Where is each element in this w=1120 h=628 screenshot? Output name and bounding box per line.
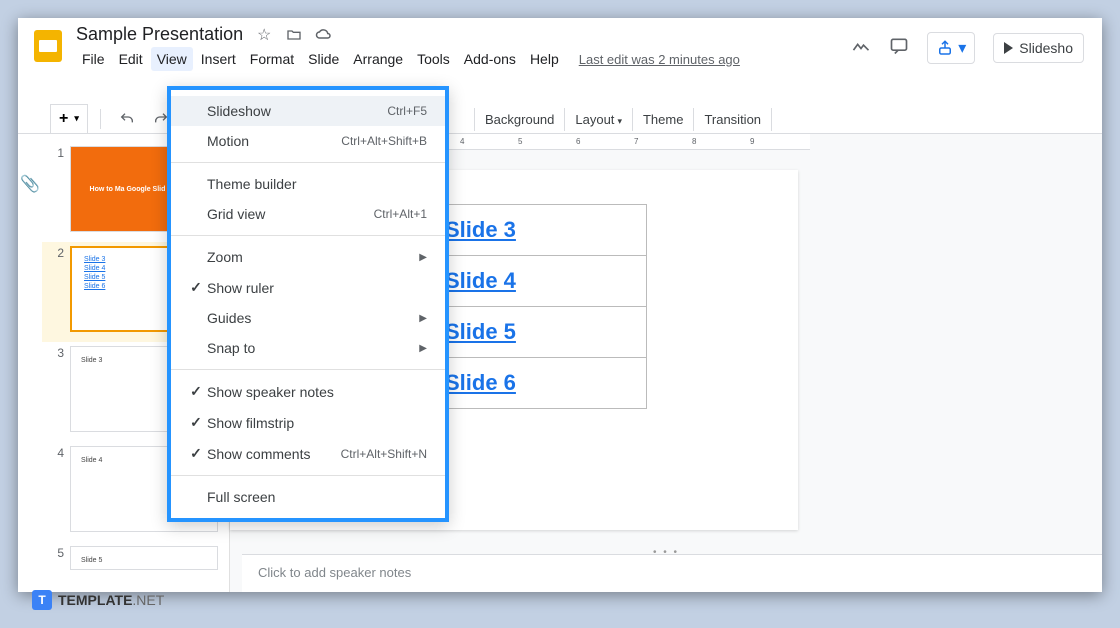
menu-item-grid-view[interactable]: Grid view Ctrl+Alt+1 (171, 199, 445, 229)
title-block: Sample Presentation ☆ File Edit View Ins… (76, 24, 841, 71)
watermark: T TEMPLATE.NET (32, 590, 164, 610)
menu-arrange[interactable]: Arrange (347, 47, 409, 71)
menubar: File Edit View Insert Format Slide Arran… (76, 47, 841, 71)
move-folder-icon[interactable] (285, 26, 303, 44)
header-right: ▾ Slidesho (851, 32, 1088, 64)
link-slide-4[interactable]: Slide 4 (445, 268, 516, 293)
menu-item-show-speaker-notes[interactable]: ✓ Show speaker notes (171, 376, 445, 407)
link-slide-3[interactable]: Slide 3 (445, 217, 516, 242)
toolbar-right-group: Background Layout▾ Theme Transition (474, 108, 772, 131)
slide-table[interactable]: Slide 3 Slide 4 Slide 5 Slide 6 (416, 204, 647, 409)
watermark-icon: T (32, 590, 52, 610)
share-button[interactable]: ▾ (927, 32, 975, 64)
menu-item-motion[interactable]: Motion Ctrl+Alt+Shift+B (171, 126, 445, 156)
link-slide-5[interactable]: Slide 5 (445, 319, 516, 344)
document-title[interactable]: Sample Presentation (76, 24, 243, 45)
menu-file[interactable]: File (76, 47, 111, 71)
menu-item-theme-builder[interactable]: Theme builder (171, 169, 445, 199)
menu-item-snap-to[interactable]: Snap to ▶ (171, 333, 445, 363)
speaker-notes[interactable]: Click to add speaker notes (242, 554, 1102, 592)
layout-button[interactable]: Layout▾ (565, 108, 633, 131)
play-icon (1004, 42, 1013, 54)
menu-addons[interactable]: Add-ons (458, 47, 522, 71)
view-dropdown-menu: Slideshow Ctrl+F5 Motion Ctrl+Alt+Shift+… (167, 86, 449, 522)
slides-logo[interactable] (30, 28, 66, 64)
slideshow-button[interactable]: Slidesho (993, 33, 1084, 63)
attachment-icon[interactable]: 📎 (20, 174, 40, 194)
menu-item-show-filmstrip[interactable]: ✓ Show filmstrip (171, 407, 445, 438)
transition-button[interactable]: Transition (694, 108, 772, 131)
menu-slide[interactable]: Slide (302, 47, 345, 71)
menu-edit[interactable]: Edit (113, 47, 149, 71)
star-icon[interactable]: ☆ (255, 26, 273, 44)
menu-item-show-ruler[interactable]: ✓ Show ruler (171, 272, 445, 303)
theme-button[interactable]: Theme (633, 108, 694, 131)
undo-button[interactable] (113, 107, 141, 131)
header: Sample Presentation ☆ File Edit View Ins… (18, 18, 1102, 71)
cloud-status-icon[interactable] (315, 26, 333, 44)
menu-format[interactable]: Format (244, 47, 300, 71)
thumb-5-preview: Slide 5 (70, 546, 218, 570)
left-rail: 📎 (18, 134, 42, 592)
comments-icon[interactable] (889, 36, 909, 61)
menu-item-guides[interactable]: Guides ▶ (171, 303, 445, 333)
new-slide-button[interactable]: +▾ (50, 104, 88, 134)
menu-item-zoom[interactable]: Zoom ▶ (171, 242, 445, 272)
background-button[interactable]: Background (474, 108, 565, 131)
link-slide-6[interactable]: Slide 6 (445, 370, 516, 395)
last-edit-link[interactable]: Last edit was 2 minutes ago (573, 48, 746, 71)
menu-help[interactable]: Help (524, 47, 565, 71)
activity-icon[interactable] (851, 36, 871, 61)
menu-item-show-comments[interactable]: ✓ Show comments Ctrl+Alt+Shift+N (171, 438, 445, 469)
menu-item-slideshow[interactable]: Slideshow Ctrl+F5 (171, 96, 445, 126)
app-window: Sample Presentation ☆ File Edit View Ins… (18, 18, 1102, 592)
thumbnail-5[interactable]: 5 Slide 5 (42, 542, 229, 580)
menu-view[interactable]: View (151, 47, 193, 71)
menu-insert[interactable]: Insert (195, 47, 242, 71)
menu-tools[interactable]: Tools (411, 47, 456, 71)
menu-item-full-screen[interactable]: Full screen (171, 482, 445, 512)
